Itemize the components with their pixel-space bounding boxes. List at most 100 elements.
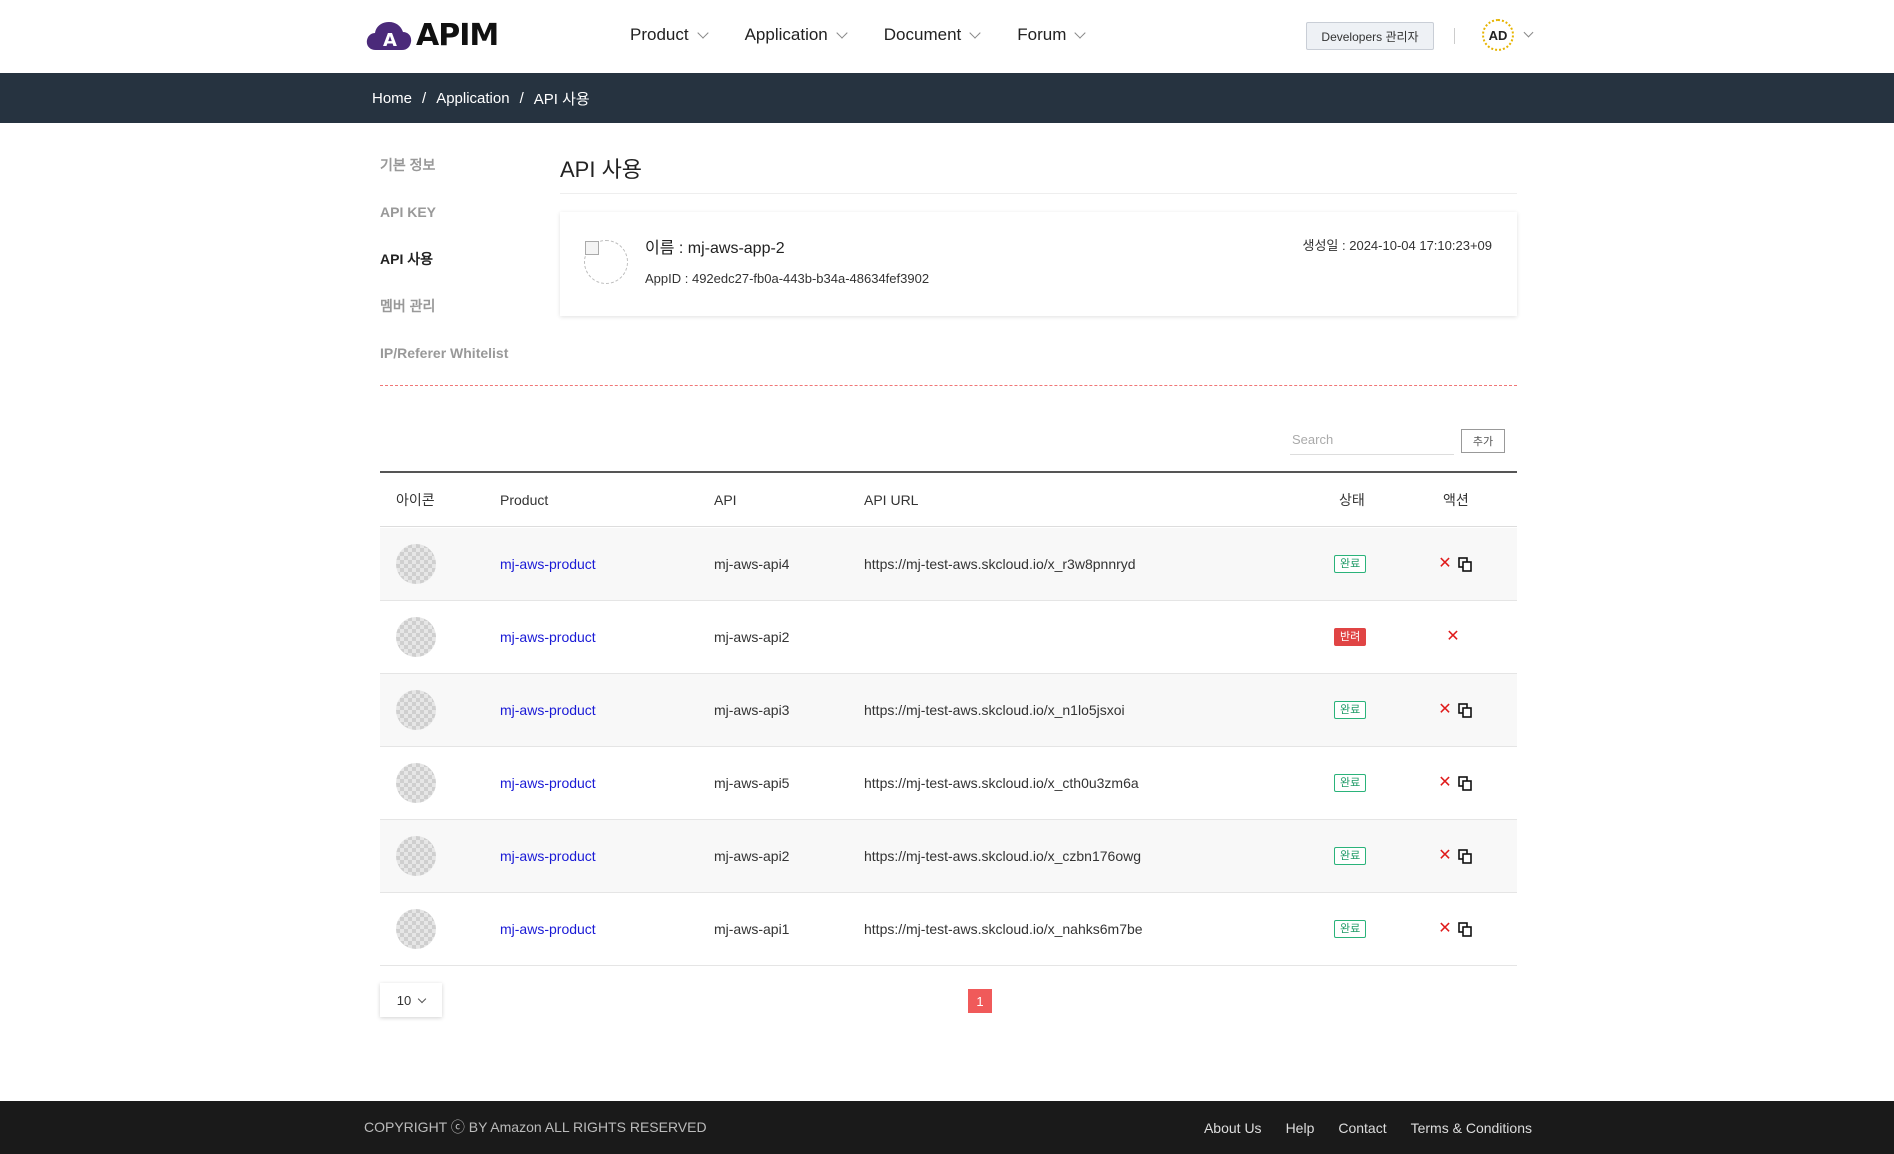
copy-icon[interactable] xyxy=(1458,703,1472,718)
breadcrumb-home[interactable]: Home xyxy=(372,90,412,107)
api-url: https://mj-test-aws.skcloud.io/x_cth0u3z… xyxy=(864,775,1139,791)
delete-icon[interactable]: ✕ xyxy=(1445,627,1461,647)
chevron-down-icon xyxy=(417,994,427,1003)
product-link[interactable]: mj-aws-product xyxy=(500,601,596,674)
delete-icon[interactable]: ✕ xyxy=(1437,773,1453,793)
footer-link-help[interactable]: Help xyxy=(1286,1120,1315,1136)
product-thumbnail xyxy=(396,836,436,876)
copy-icon[interactable] xyxy=(1458,849,1472,864)
column-header-product: Product xyxy=(500,492,549,508)
api-name: mj-aws-api3 xyxy=(714,702,790,718)
product-link[interactable]: mj-aws-product xyxy=(500,528,596,601)
table-row: mj-aws-product mj-aws-api2 https://mj-test… xyxy=(380,820,1517,893)
nav-item-label: Product xyxy=(630,25,689,44)
sidebar-item-members[interactable]: 멤버 관리 xyxy=(380,296,508,343)
api-name: mj-aws-api1 xyxy=(714,921,790,937)
column-header-status: 상태 xyxy=(1339,492,1365,508)
table-row: mj-aws-product mj-aws-api2 반려 ✕ xyxy=(380,601,1517,674)
page-size-select[interactable]: 10 xyxy=(380,983,442,1017)
sidebar-item-api-key[interactable]: API KEY xyxy=(380,202,508,249)
footer-link-terms[interactable]: Terms & Conditions xyxy=(1411,1120,1532,1136)
status-badge: 반려 xyxy=(1334,628,1367,646)
main-nav: Product Application Document Forum xyxy=(630,0,1122,70)
delete-icon[interactable]: ✕ xyxy=(1437,700,1453,720)
chevron-down-icon xyxy=(1074,27,1087,39)
status-badge: 완료 xyxy=(1334,701,1367,719)
api-url: https://mj-test-aws.skcloud.io/x_n1lo5js… xyxy=(864,702,1125,718)
cloud-logo-icon: A xyxy=(366,22,412,51)
api-url: https://mj-test-aws.skcloud.io/x_czbn176… xyxy=(864,848,1142,864)
product-thumbnail xyxy=(396,763,436,803)
breadcrumb-separator: / xyxy=(422,89,427,107)
chevron-down-icon xyxy=(969,27,981,39)
status-badge: 완료 xyxy=(1334,847,1367,865)
copy-icon[interactable] xyxy=(1458,776,1472,791)
add-button[interactable]: 추가 xyxy=(1461,429,1505,453)
column-header-icon: 아이콘 xyxy=(396,492,435,508)
logo-text: APIM xyxy=(416,18,499,53)
table-row: mj-aws-product mj-aws-api1 https://mj-test… xyxy=(380,893,1517,966)
delete-icon[interactable]: ✕ xyxy=(1437,554,1453,574)
nav-item-forum[interactable]: Forum xyxy=(1017,25,1087,45)
status-badge: 완료 xyxy=(1334,555,1367,573)
app-name: 이름 : mj-aws-app-2 xyxy=(645,240,785,257)
copy-icon[interactable] xyxy=(1458,557,1472,572)
product-thumbnail xyxy=(396,909,436,949)
product-link[interactable]: mj-aws-product xyxy=(500,747,596,820)
app-info-card: 이름 : mj-aws-app-2 AppID : 492edc27-fb0a-… xyxy=(560,212,1517,316)
table-header: 아이콘 Product API API URL 상태 액션 xyxy=(380,473,1517,527)
breadcrumb-application[interactable]: Application xyxy=(436,90,509,107)
product-link[interactable]: mj-aws-product xyxy=(500,674,596,747)
copyright-text: COPYRIGHT ⓒ BY Amazon ALL RIGHTS RESERVE… xyxy=(364,1119,707,1135)
api-name: mj-aws-api4 xyxy=(714,556,790,572)
divider xyxy=(560,193,1517,194)
page-button-current[interactable]: 1 xyxy=(968,989,992,1013)
table-row: mj-aws-product mj-aws-api3 https://mj-test… xyxy=(380,674,1517,747)
chevron-down-icon[interactable] xyxy=(1523,27,1534,38)
column-header-api: API xyxy=(714,492,737,508)
app-created-date: 생성일 : 2024-10-04 17:10:23+09 xyxy=(1302,238,1492,253)
app-id: AppID : 492edc27-fb0a-443b-b34a-48634fef… xyxy=(645,271,930,286)
nav-item-application[interactable]: Application xyxy=(744,25,848,45)
nav-item-document[interactable]: Document xyxy=(883,25,981,45)
search-input[interactable] xyxy=(1290,425,1454,455)
header-divider xyxy=(1454,28,1455,44)
api-url: https://mj-test-aws.skcloud.io/x_nahks6m… xyxy=(864,921,1143,937)
delete-icon[interactable]: ✕ xyxy=(1437,846,1453,866)
breadcrumb-current: API 사용 xyxy=(533,90,590,108)
broken-image-icon xyxy=(585,241,599,255)
api-name: mj-aws-api2 xyxy=(714,629,790,645)
user-avatar[interactable]: AD xyxy=(1482,19,1514,51)
product-link[interactable]: mj-aws-product xyxy=(500,893,596,966)
sidebar-item-ip-whitelist[interactable]: IP/Referer Whitelist xyxy=(380,343,508,390)
product-thumbnail xyxy=(396,690,436,730)
api-url: https://mj-test-aws.skcloud.io/x_r3w8pnn… xyxy=(864,556,1136,572)
top-header: A APIM Product Application Document Foru… xyxy=(0,0,1894,73)
status-badge: 완료 xyxy=(1334,920,1367,938)
apim-logo[interactable]: A APIM xyxy=(366,18,499,53)
column-header-api-url: API URL xyxy=(864,492,919,508)
product-thumbnail xyxy=(396,544,436,584)
table-row: mj-aws-product mj-aws-api4 https://mj-test… xyxy=(380,528,1517,601)
api-name: mj-aws-api5 xyxy=(714,775,790,791)
nav-item-label: Forum xyxy=(1017,25,1067,44)
page-title: API 사용 xyxy=(560,157,643,182)
nav-item-label: Document xyxy=(883,25,962,44)
footer: COPYRIGHT ⓒ BY Amazon ALL RIGHTS RESERVE… xyxy=(0,1101,1894,1154)
chevron-down-icon xyxy=(696,27,709,39)
footer-link-about[interactable]: About Us xyxy=(1204,1120,1262,1136)
delete-icon[interactable]: ✕ xyxy=(1437,919,1453,939)
page-size-value: 10 xyxy=(396,992,412,1008)
product-link[interactable]: mj-aws-product xyxy=(500,820,596,893)
product-thumbnail xyxy=(396,617,436,657)
copy-icon[interactable] xyxy=(1458,922,1472,937)
table-row: mj-aws-product mj-aws-api5 https://mj-test… xyxy=(380,747,1517,820)
footer-link-contact[interactable]: Contact xyxy=(1338,1120,1386,1136)
sidebar-item-basic-info[interactable]: 기본 정보 xyxy=(380,155,508,202)
section-divider xyxy=(380,385,1517,386)
sidebar-item-api-usage[interactable]: API 사용 xyxy=(380,249,508,296)
nav-item-label: Application xyxy=(744,25,828,44)
column-header-action: 액션 xyxy=(1443,492,1469,508)
nav-item-product[interactable]: Product xyxy=(630,25,709,45)
developers-admin-button[interactable]: Developers 관리자 xyxy=(1306,22,1434,50)
